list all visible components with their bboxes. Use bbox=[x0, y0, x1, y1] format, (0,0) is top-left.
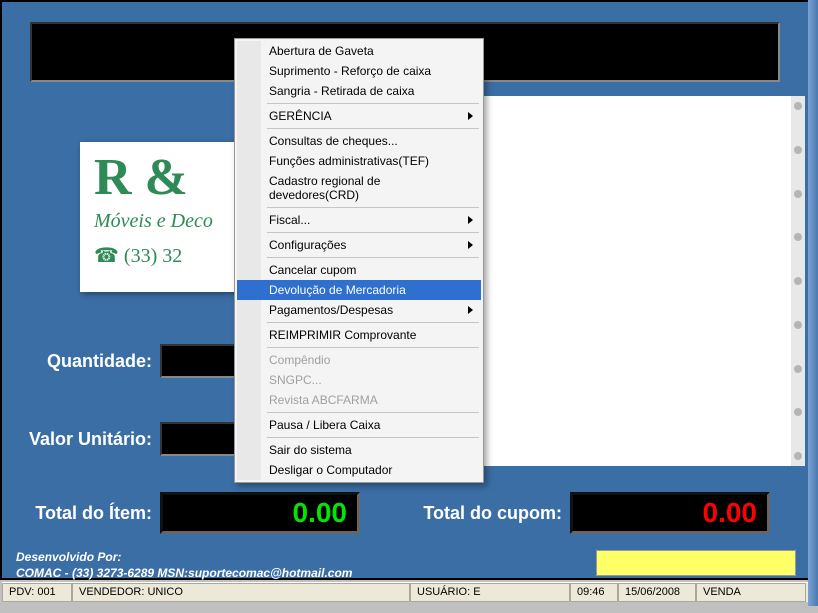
status-pdv: PDV: 001 bbox=[2, 583, 72, 602]
menu-item: SNGPC... bbox=[237, 370, 481, 390]
menu-item[interactable]: Suprimento - Reforço de caixa bbox=[237, 61, 481, 81]
receipt-panel bbox=[482, 96, 792, 466]
coupon-total-row: Total do cupom: 0.00 bbox=[402, 492, 770, 534]
menu-item[interactable]: Sangria - Retirada de caixa bbox=[237, 81, 481, 101]
item-total-label: Total do Ítem: bbox=[20, 503, 152, 524]
menu-separator bbox=[267, 347, 479, 348]
coupon-total-value: 0.00 bbox=[570, 492, 770, 534]
menu-item[interactable]: Funções administrativas(TEF) bbox=[237, 151, 481, 171]
window-edge bbox=[808, 0, 818, 606]
menu-separator bbox=[267, 437, 479, 438]
item-total-value: 0.00 bbox=[160, 492, 360, 534]
menu-item[interactable]: Fiscal... bbox=[237, 210, 481, 230]
chevron-right-icon bbox=[468, 241, 473, 249]
menu-item[interactable]: Cancelar cupom bbox=[237, 260, 481, 280]
menu-item[interactable]: Devolução de Mercadoria bbox=[237, 280, 481, 300]
quantity-label: Quantidade: bbox=[20, 351, 152, 372]
status-mode: VENDA bbox=[696, 583, 806, 602]
app-window: RE R & Móveis e Deco ☎ (33) 32 Quantidad… bbox=[0, 0, 808, 580]
menu-separator bbox=[267, 257, 479, 258]
status-usuario: USUÁRIO: E bbox=[410, 583, 570, 602]
status-time: 09:46 bbox=[570, 583, 618, 602]
context-menu[interactable]: Abertura de GavetaSuprimento - Reforço d… bbox=[234, 38, 484, 483]
coupon-total-label: Total do cupom: bbox=[402, 503, 562, 524]
message-box bbox=[596, 550, 796, 576]
menu-separator bbox=[267, 207, 479, 208]
chevron-right-icon bbox=[468, 112, 473, 120]
menu-separator bbox=[267, 232, 479, 233]
menu-item[interactable]: Consultas de cheques... bbox=[237, 131, 481, 151]
menu-item: Revista ABCFARMA bbox=[237, 390, 481, 410]
menu-item[interactable]: Pausa / Libera Caixa bbox=[237, 415, 481, 435]
menu-item[interactable]: Cadastro regional de devedores(CRD) bbox=[237, 171, 481, 205]
menu-separator bbox=[267, 322, 479, 323]
dev-line2: COMAC - (33) 3273-6289 MSN:suportecomac@… bbox=[16, 566, 352, 582]
menu-item[interactable]: Desligar o Computador bbox=[237, 460, 481, 480]
menu-item: Compêndio bbox=[237, 350, 481, 370]
menu-item[interactable]: Pagamentos/Despesas bbox=[237, 300, 481, 320]
receipt-perforation bbox=[791, 96, 805, 466]
menu-separator bbox=[267, 412, 479, 413]
menu-item[interactable]: Configurações bbox=[237, 235, 481, 255]
status-bar: PDV: 001 VENDEDOR: UNICO USUÁRIO: E 09:4… bbox=[2, 582, 812, 602]
menu-item[interactable]: Abertura de Gaveta bbox=[237, 41, 481, 61]
menu-separator bbox=[267, 103, 479, 104]
developer-credit: Desenvolvido Por: COMAC - (33) 3273-6289… bbox=[16, 550, 352, 581]
menu-item[interactable]: GERÊNCIA bbox=[237, 106, 481, 126]
dev-line1: Desenvolvido Por: bbox=[16, 550, 352, 566]
item-total-row: Total do Ítem: 0.00 bbox=[20, 492, 360, 534]
chevron-right-icon bbox=[468, 216, 473, 224]
menu-item[interactable]: REIMPRIMIR Comprovante bbox=[237, 325, 481, 345]
menu-separator bbox=[267, 128, 479, 129]
unit-price-label: Valor Unitário: bbox=[20, 429, 152, 450]
status-vendedor: VENDEDOR: UNICO bbox=[72, 583, 410, 602]
chevron-right-icon bbox=[468, 306, 473, 314]
menu-item[interactable]: Sair do sistema bbox=[237, 440, 481, 460]
status-date: 15/06/2008 bbox=[618, 583, 696, 602]
